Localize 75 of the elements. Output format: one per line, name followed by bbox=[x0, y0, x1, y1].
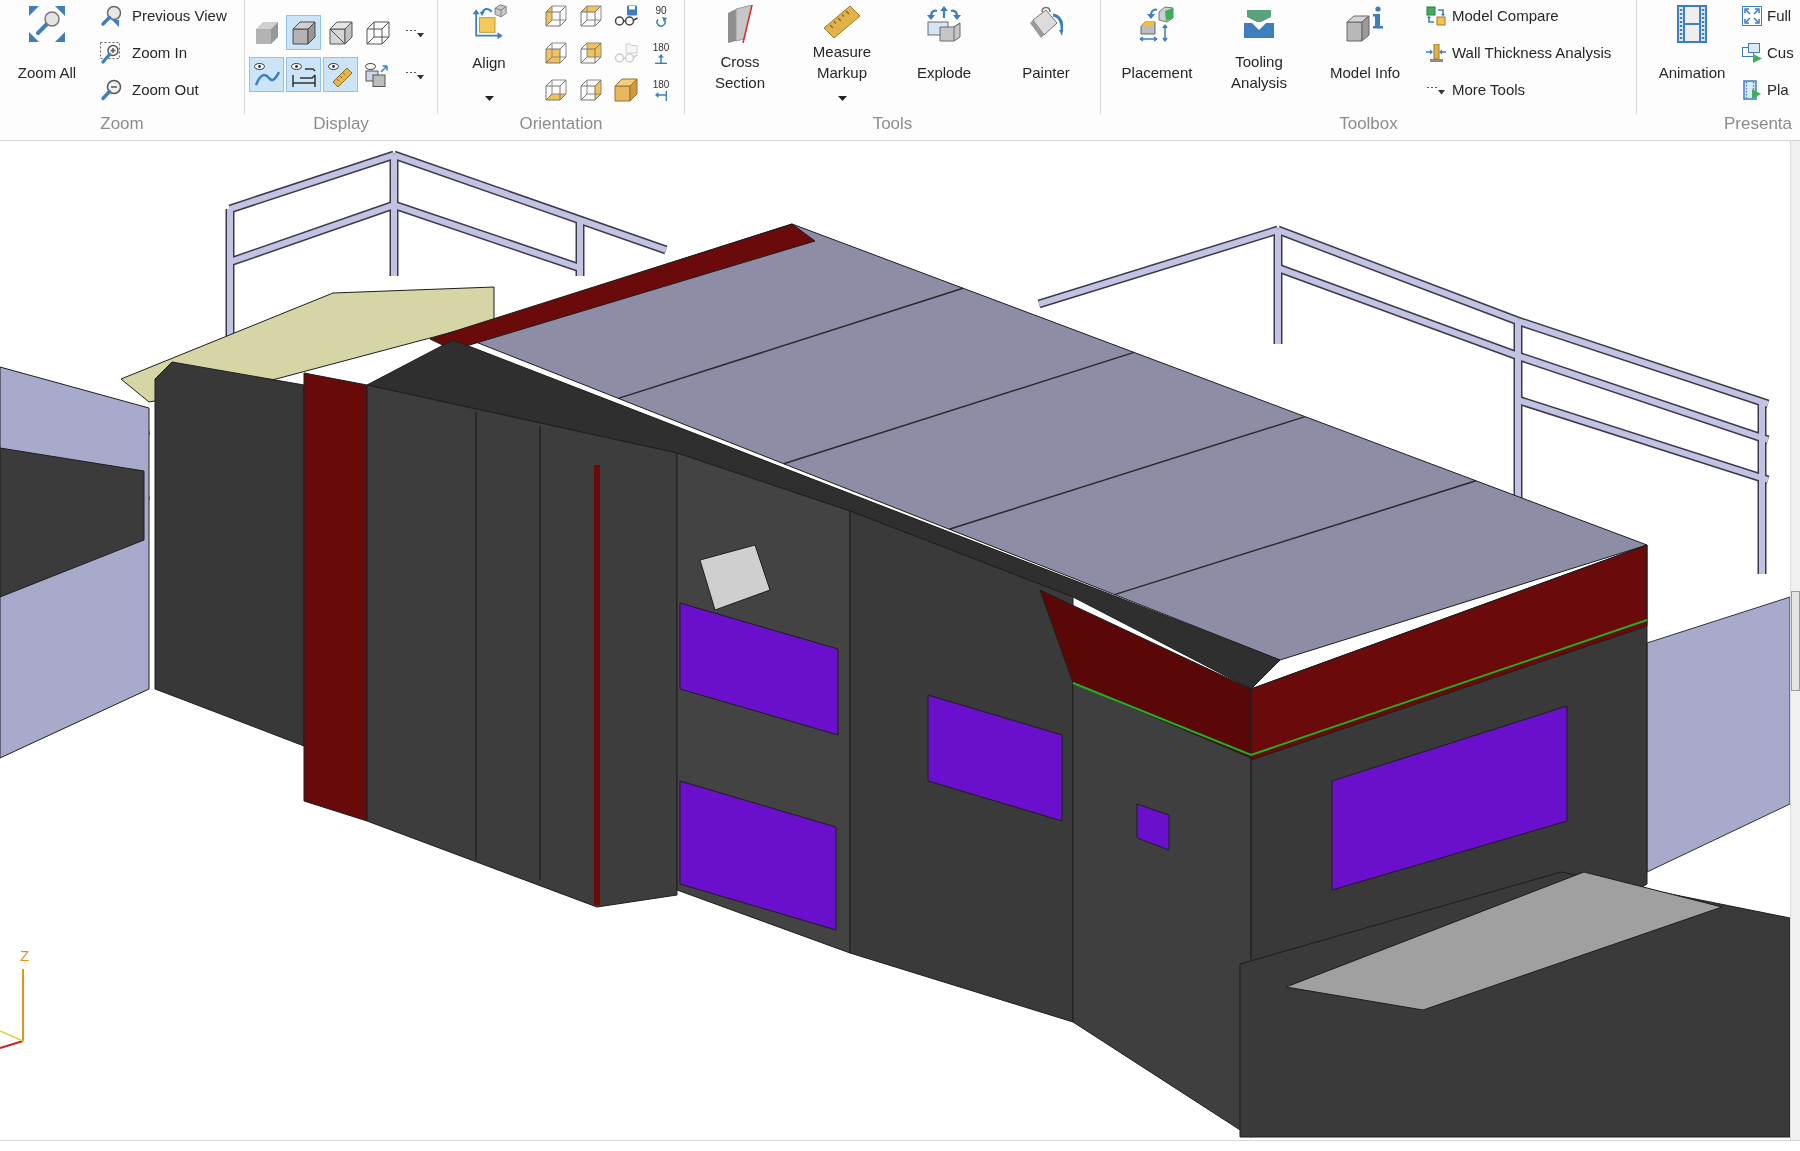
thickness-arrows-icon bbox=[1426, 44, 1446, 62]
model-info-button[interactable]: Model Info bbox=[1315, 0, 1415, 106]
display-toggle-button[interactable] bbox=[286, 57, 321, 92]
glasses-save-icon bbox=[614, 5, 638, 27]
display-toggle-button[interactable] bbox=[323, 57, 358, 92]
rotate-view-button[interactable]: 180 bbox=[645, 37, 677, 69]
cubes-arrows-icon bbox=[1139, 6, 1175, 42]
group-label: Display bbox=[313, 113, 369, 135]
presentation-button[interactable]: Pla bbox=[1741, 74, 1794, 106]
cube-face-icon bbox=[580, 5, 602, 27]
eye-dimension-icon bbox=[290, 62, 317, 87]
group-label: Toolbox bbox=[1339, 113, 1398, 135]
rotate-arrow-icon bbox=[655, 16, 667, 27]
zoom-all-button[interactable]: Zoom All bbox=[7, 0, 87, 103]
cubes-compare-icon bbox=[1426, 6, 1446, 26]
cube-arrows-icon bbox=[471, 4, 507, 40]
measure-markup-button[interactable]: Measure Markup bbox=[796, 0, 888, 104]
axis-label: Z bbox=[20, 947, 30, 965]
cube-info-icon bbox=[1346, 6, 1384, 42]
boxes-arrows-icon bbox=[926, 6, 962, 42]
magnifier-minus-icon bbox=[100, 79, 122, 101]
rotate-view-button[interactable]: 180 bbox=[645, 74, 677, 106]
up-arrow-icon bbox=[655, 53, 667, 64]
more-options-icon bbox=[405, 27, 424, 38]
zoom-in-button[interactable]: Zoom In bbox=[100, 37, 227, 69]
cube-face-icon bbox=[580, 79, 602, 101]
painter-button[interactable]: Painter bbox=[1000, 0, 1092, 104]
magnifier-plus-icon bbox=[100, 42, 122, 64]
zoom-out-button[interactable]: Zoom Out bbox=[100, 74, 227, 106]
group-label: Orientation bbox=[519, 113, 603, 135]
wall-thickness-analysis-button[interactable]: Wall Thickness Analysis bbox=[1425, 37, 1612, 69]
glasses-folder-icon bbox=[614, 42, 638, 64]
expand-icon bbox=[1742, 6, 1762, 26]
cube-icon bbox=[254, 20, 279, 45]
align-button[interactable]: Align bbox=[447, 0, 531, 104]
wireframe-cube-icon bbox=[365, 20, 390, 45]
model-compare-button[interactable]: Model Compare bbox=[1425, 0, 1612, 32]
cube-edges-icon bbox=[291, 20, 316, 45]
cube-face-icon bbox=[545, 79, 567, 101]
previous-view-button[interactable]: Previous View bbox=[100, 0, 227, 32]
magnifier-corners-icon bbox=[29, 6, 65, 42]
axis-triad-icon bbox=[0, 969, 25, 1049]
more-options-icon bbox=[1427, 85, 1445, 95]
cube-face-icon bbox=[580, 42, 602, 64]
cube-face-icon bbox=[545, 42, 567, 64]
group-label: Tools bbox=[872, 113, 913, 135]
presentation-button[interactable]: Cus bbox=[1741, 37, 1794, 69]
section-plane-icon bbox=[727, 5, 753, 43]
cube-face-icon bbox=[545, 5, 567, 27]
animation-button[interactable]: Animation bbox=[1647, 0, 1737, 103]
tray-icon bbox=[1244, 10, 1274, 38]
slides-icon bbox=[1742, 43, 1762, 63]
more-tools-button[interactable]: More Tools bbox=[1425, 74, 1612, 106]
cube-diagonal-icon bbox=[328, 20, 353, 45]
placement-button[interactable]: Placement bbox=[1111, 0, 1203, 106]
explode-button[interactable]: Explode bbox=[898, 0, 990, 104]
magnifier-arrow-icon bbox=[100, 5, 122, 27]
group-label: Presenta bbox=[1724, 113, 1793, 135]
stacked-boxes-icon bbox=[364, 62, 391, 87]
ruler-icon bbox=[824, 6, 860, 38]
eye-ruler-icon bbox=[327, 62, 354, 87]
tooling-analysis-button[interactable]: Tooling Analysis bbox=[1213, 0, 1305, 106]
left-arrow-icon bbox=[655, 90, 667, 101]
cross-section-button[interactable]: Cross Section bbox=[694, 0, 786, 104]
panel-grip-handle[interactable] bbox=[1791, 591, 1800, 691]
rotate-view-button[interactable]: 90 bbox=[645, 0, 677, 32]
render-style-button[interactable] bbox=[286, 15, 321, 50]
display-toggle-button[interactable] bbox=[249, 57, 284, 92]
group-label: Zoom bbox=[100, 113, 144, 135]
presentation-button[interactable]: Full bbox=[1741, 0, 1794, 32]
film-strip-icon bbox=[1677, 5, 1707, 43]
film-play-icon bbox=[1743, 80, 1761, 100]
cube-icon bbox=[614, 78, 638, 102]
more-options-icon bbox=[405, 69, 424, 80]
eye-curve-icon bbox=[253, 62, 280, 87]
